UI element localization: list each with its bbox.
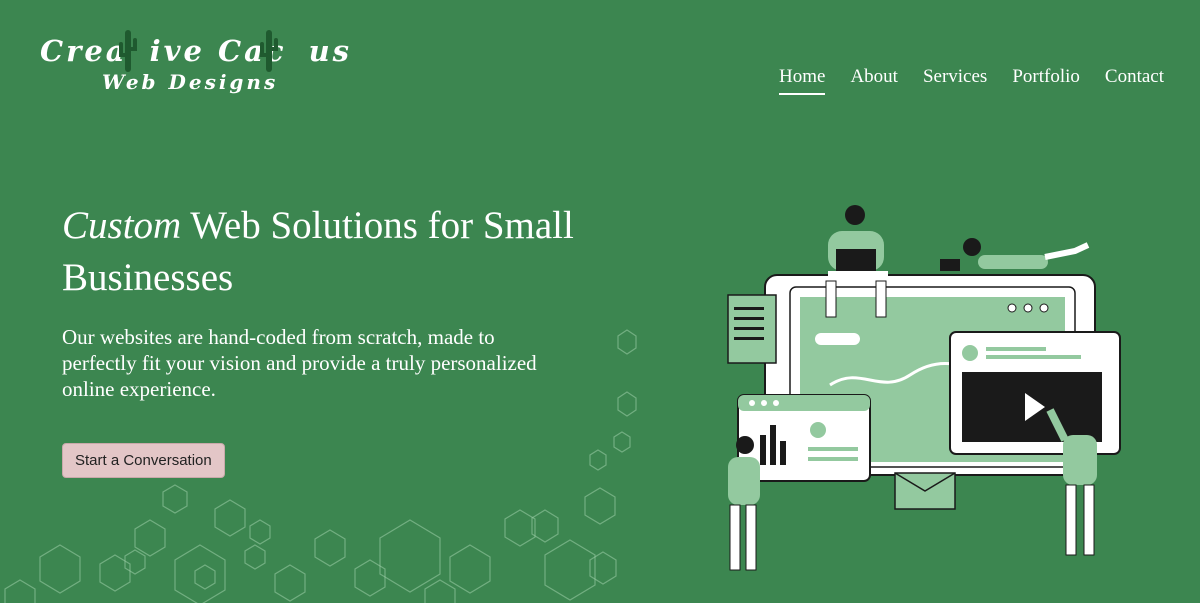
hero-title-emphasis: Custom [62, 204, 182, 247]
web-design-illustration [727, 205, 1121, 571]
logo-line1: Crea ive Cac us [40, 30, 349, 72]
start-conversation-button[interactable]: Start a Conversation [62, 443, 225, 478]
nav-portfolio[interactable]: Portfolio [1012, 66, 1080, 95]
hero-title: Custom Web Solutions for Small Businesse… [62, 200, 582, 304]
logo-text-part1: Crea [40, 34, 128, 68]
nav-about[interactable]: About [850, 66, 898, 95]
hero-subtitle: Our websites are hand-coded from scratch… [62, 325, 537, 401]
nav-home[interactable]: Home [779, 66, 826, 95]
site-logo[interactable]: Crea ive Cac us Web Designs [40, 30, 349, 94]
cactus-icon [119, 30, 137, 72]
main-nav: Home About Services Portfolio Contact [779, 66, 1164, 95]
nav-services[interactable]: Services [923, 66, 987, 95]
logo-text-part3: us [308, 34, 352, 68]
hero-section: Custom Web Solutions for Small Businesse… [62, 200, 582, 402]
cactus-icon [260, 30, 278, 72]
nav-contact[interactable]: Contact [1105, 66, 1164, 95]
